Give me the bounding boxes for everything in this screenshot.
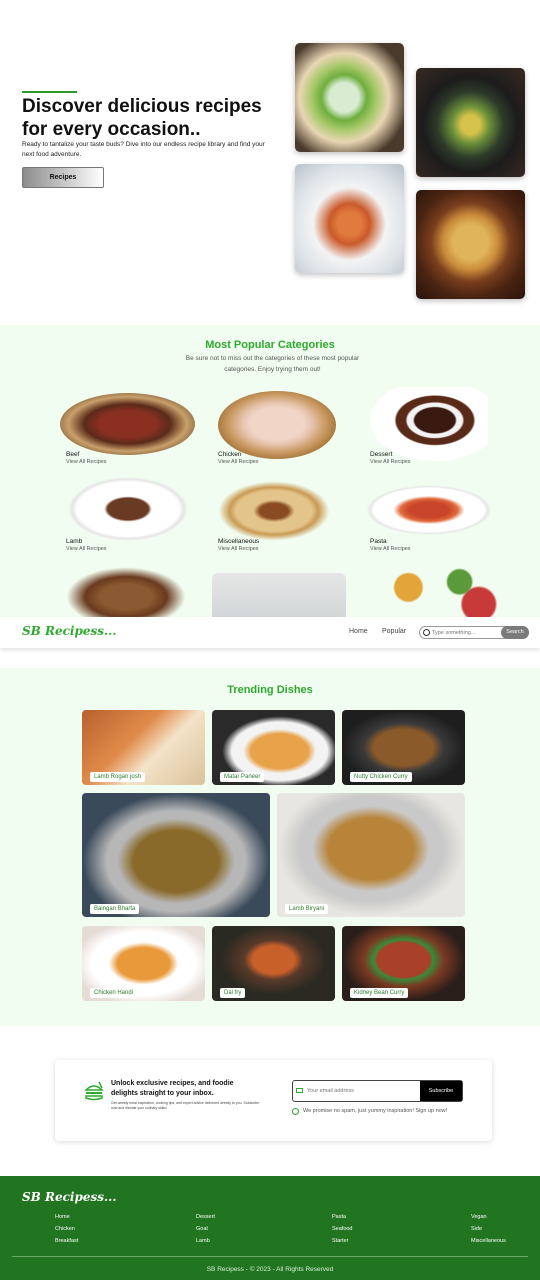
salad-image [295, 43, 404, 152]
dish-label: Kidney Bean Curry [350, 988, 409, 998]
footer-copyright: SB Recipess - © 2023 - All Rights Reserv… [206, 1266, 334, 1273]
footer-link[interactable]: Miscellaneous [471, 1238, 506, 1244]
hero-subtitle: Ready to tantalize your taste buds? Dive… [22, 141, 265, 158]
mail-icon [296, 1088, 303, 1093]
dish-label: Lamb Rogan josh [90, 772, 146, 782]
dish-label: Lamb Biryani [285, 904, 329, 914]
dish-label: Baingan Bharta [90, 904, 140, 914]
plate-image [295, 164, 404, 273]
footer-link[interactable]: Goat [196, 1226, 208, 1232]
category-image-beef[interactable] [60, 393, 195, 455]
search-box: Search [419, 626, 529, 639]
hero-section: Discover delicious recipes for every occ… [0, 0, 540, 325]
subscribe-button[interactable]: Subscribe [420, 1081, 462, 1101]
categories-section: Most Popular Categories Be sure not to m… [0, 325, 540, 627]
dish-card[interactable]: Matar Paneer [212, 710, 335, 785]
footer-link[interactable]: Dessert [196, 1214, 215, 1220]
category-name-beef[interactable]: Beef [66, 451, 79, 458]
dish-card[interactable]: Baingan Bharta [82, 793, 270, 917]
footer-link[interactable]: Lamb [196, 1238, 210, 1244]
footer-link[interactable]: Breakfast [55, 1238, 78, 1244]
dish-card[interactable]: Lamb Rogan josh [82, 710, 205, 785]
dish-label: Dal fry [220, 988, 246, 998]
footer-link[interactable]: Chicken [55, 1226, 75, 1232]
navbar: SB Recipess... Home Popular Search [0, 617, 540, 648]
newsletter-title: Unlock exclusive recipes, and foodie del… [111, 1080, 234, 1097]
nav-logo[interactable]: SB Recipess... [22, 624, 117, 638]
category-image-lamb[interactable] [68, 477, 188, 541]
category-link-beef[interactable]: View All Recipes [66, 459, 107, 465]
footer-link[interactable]: Vegan [471, 1214, 487, 1220]
dish-label: Matar Paneer [220, 772, 265, 782]
footer-link[interactable]: Home [55, 1214, 70, 1220]
hero-accent-line [22, 91, 77, 93]
footer-link[interactable]: Starter [332, 1238, 349, 1244]
nav-link-home[interactable]: Home [349, 628, 368, 635]
category-name-pasta[interactable]: Pasta [370, 538, 387, 545]
category-image-miscellaneous[interactable] [218, 481, 330, 541]
footer: SB Recipess... Home Chicken Breakfast De… [0, 1176, 540, 1280]
category-link-miscellaneous[interactable]: View All Recipes [218, 546, 259, 552]
newsletter-note: We promise no spam, just yummy inspirati… [303, 1108, 448, 1114]
search-icon [423, 629, 430, 636]
newsletter-card: Unlock exclusive recipes, and foodie del… [55, 1060, 492, 1141]
bowl-image [416, 68, 525, 177]
dish-card[interactable]: Lamb Biryani [277, 793, 465, 917]
search-button[interactable]: Search [501, 626, 529, 639]
email-field[interactable] [307, 1086, 417, 1096]
footer-divider [12, 1256, 528, 1257]
footer-logo[interactable]: SB Recipess... [22, 1190, 117, 1204]
category-name-lamb[interactable]: Lamb [66, 538, 82, 545]
category-name-miscellaneous[interactable]: Miscellaneous [218, 538, 259, 545]
newsletter-text: Get weekly meal inspiration, cooking tip… [111, 1101, 260, 1110]
category-image-dessert[interactable] [370, 387, 488, 461]
categories-title: Most Popular Categories [205, 339, 335, 351]
trending-title: Trending Dishes [227, 684, 313, 696]
footer-link[interactable]: Pasta [332, 1214, 346, 1220]
category-name-dessert[interactable]: Dessert [370, 451, 392, 458]
hero-title: Discover delicious recipes for every occ… [22, 96, 262, 140]
dish-card[interactable]: Nutty Chicken Curry [342, 710, 465, 785]
recipes-button[interactable]: Recipes [22, 167, 104, 188]
dish-card[interactable]: Dal fry [212, 926, 335, 1001]
dish-card[interactable]: Kidney Bean Curry [342, 926, 465, 1001]
category-image-seafood [212, 573, 346, 623]
nav-link-popular[interactable]: Popular [382, 628, 406, 635]
biryani-image [416, 190, 525, 299]
category-image-sides [370, 565, 498, 621]
dish-label: Chicken Handi [90, 988, 138, 998]
category-image-pasta[interactable] [366, 485, 492, 535]
category-link-lamb[interactable]: View All Recipes [66, 546, 107, 552]
trending-section: Trending Dishes Lamb Rogan josh Matar Pa… [0, 668, 540, 1026]
dish-label: Nutty Chicken Curry [350, 772, 412, 782]
category-link-chicken[interactable]: View All Recipes [218, 459, 259, 465]
check-icon [292, 1108, 299, 1115]
footer-link[interactable]: Seafood [332, 1226, 353, 1232]
category-name-chicken[interactable]: Chicken [218, 451, 241, 458]
categories-subtitle: Be sure not to miss out the categories o… [185, 355, 360, 373]
search-input[interactable] [432, 628, 497, 638]
dish-card[interactable]: Chicken Handi [82, 926, 205, 1001]
category-link-pasta[interactable]: View All Recipes [370, 546, 411, 552]
footer-link[interactable]: Side [471, 1226, 482, 1232]
newsletter-form: Subscribe [292, 1080, 463, 1102]
category-image-chicken[interactable] [218, 391, 336, 459]
category-link-dessert[interactable]: View All Recipes [370, 459, 411, 465]
burger-icon [84, 1081, 104, 1101]
